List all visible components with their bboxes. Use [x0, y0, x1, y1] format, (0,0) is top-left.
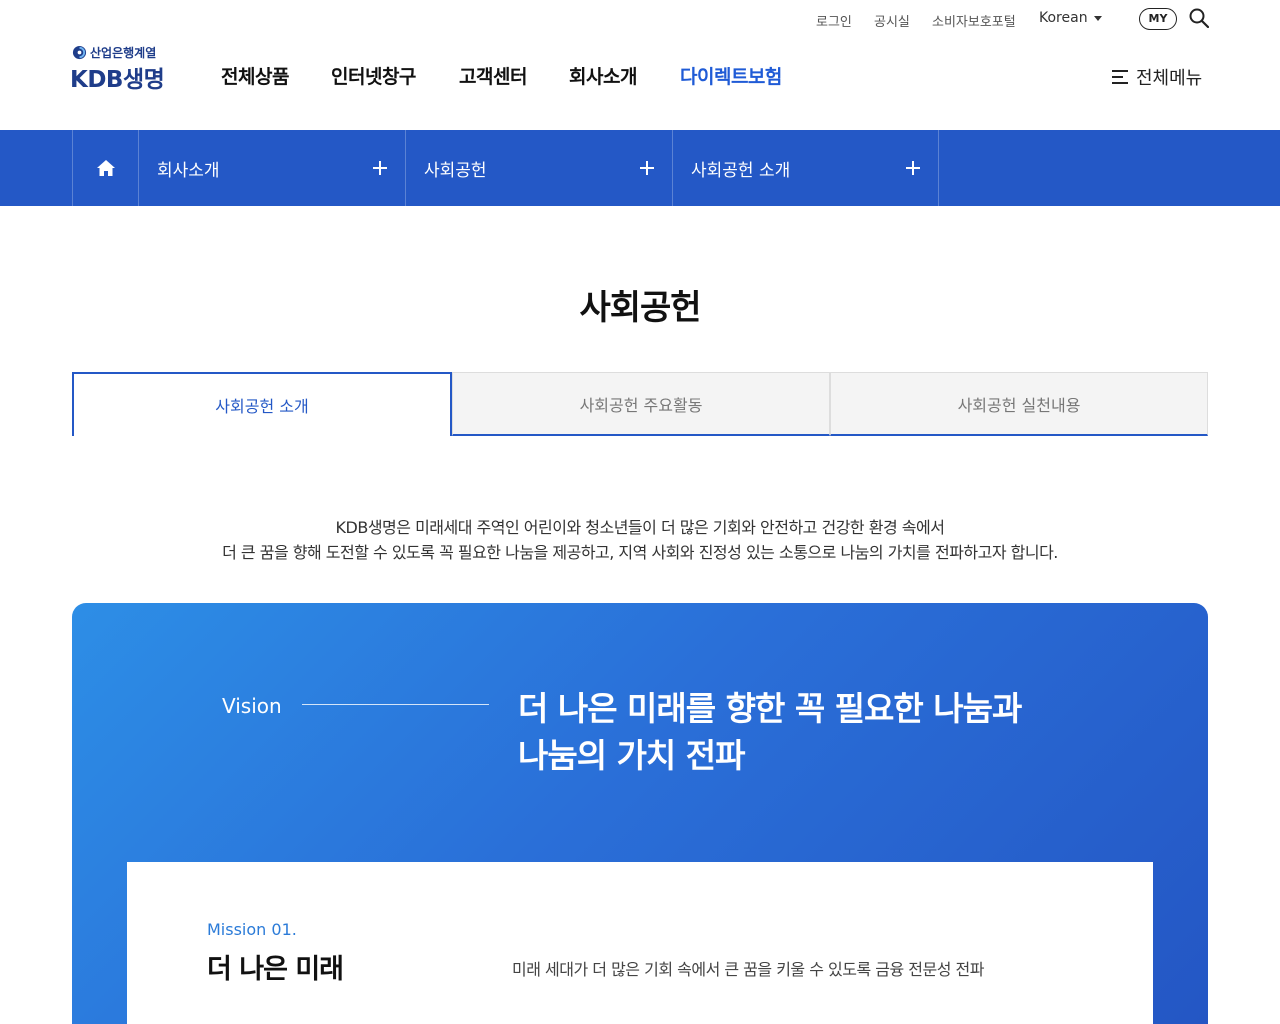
home-button[interactable] — [72, 130, 139, 206]
intro-line-2: 더 큰 꿈을 향해 도전할 수 있도록 꼭 필요한 나눔을 제공하고, 지역 사… — [222, 543, 1058, 562]
mission-title: 더 나은 미래 — [207, 954, 344, 985]
login-link[interactable]: 로그인 — [816, 11, 852, 30]
vision-divider — [302, 704, 489, 705]
vision-line-1: 더 나은 미래를 향한 꼭 필요한 나눔과 — [518, 689, 1022, 728]
notice-link[interactable]: 공시실 — [874, 11, 910, 30]
logo-mark-icon — [72, 45, 87, 60]
mission-card: Mission 01. 더 나은 미래 미래 세대가 더 많은 기회 속에서 큰… — [127, 862, 1153, 1024]
vision-statement: 더 나은 미래를 향한 꼭 필요한 나눔과 나눔의 가치 전파 — [518, 685, 1022, 779]
vision-label: Vision — [222, 694, 282, 718]
plus-icon — [373, 161, 387, 175]
kdb-logo[interactable]: 산업은행계열 KDB생명 — [70, 44, 180, 93]
vision-line-2: 나눔의 가치 전파 — [518, 736, 746, 775]
tab-practice[interactable]: 사회공헌 실천내용 — [830, 372, 1208, 436]
location-depth1-label: 회사소개 — [157, 160, 220, 181]
tab-main-activities[interactable]: 사회공헌 주요활동 — [452, 372, 830, 436]
intro-text: KDB생명은 미래세대 주역인 어린이와 청소년들이 더 많은 기회와 안전하고… — [0, 515, 1280, 565]
location-bar: 회사소개 사회공헌 사회공헌 소개 — [0, 130, 1280, 206]
gnb-direct-insurance[interactable]: 다이렉트보험 — [680, 62, 782, 89]
vision-section: Vision 더 나은 미래를 향한 꼭 필요한 나눔과 나눔의 가치 전파 M… — [72, 603, 1208, 1024]
hamburger-icon — [1112, 70, 1128, 84]
logo-title: KDB생명 — [70, 67, 165, 93]
location-depth3[interactable]: 사회공헌 소개 — [673, 130, 939, 206]
tab-intro[interactable]: 사회공헌 소개 — [72, 372, 452, 436]
plus-icon — [640, 161, 654, 175]
my-button[interactable]: MY — [1139, 8, 1177, 30]
page-title: 사회공헌 — [579, 288, 701, 328]
content-tabs: 사회공헌 소개 사회공헌 주요활동 사회공헌 실천내용 — [72, 372, 1208, 436]
location-depth1[interactable]: 회사소개 — [139, 130, 406, 206]
gnb-customer-center[interactable]: 고객센터 — [459, 62, 527, 89]
location-depth2-label: 사회공헌 — [424, 160, 487, 181]
location-depth3-label: 사회공헌 소개 — [691, 160, 791, 181]
logo-subtitle: 산업은행계열 — [90, 46, 157, 60]
mission-number: Mission 01. — [207, 920, 297, 939]
utility-bar: 로그인 공시실 소비자보호포털 Korean MY — [0, 0, 1280, 40]
caret-down-icon — [1093, 15, 1102, 21]
gnb-company-intro[interactable]: 회사소개 — [569, 62, 637, 89]
language-select[interactable]: Korean — [1039, 10, 1102, 26]
language-label: Korean — [1039, 10, 1088, 26]
mission-description: 미래 세대가 더 많은 기회 속에서 큰 꿈을 키울 수 있도록 금융 전문성 … — [512, 960, 985, 979]
home-icon — [96, 160, 115, 176]
search-icon[interactable] — [1189, 8, 1209, 28]
location-depth2[interactable]: 사회공헌 — [406, 130, 673, 206]
consumer-portal-link[interactable]: 소비자보호포털 — [932, 11, 1016, 30]
all-menu-button[interactable]: 전체메뉴 — [1112, 64, 1202, 90]
plus-icon — [906, 161, 920, 175]
intro-line-1: KDB생명은 미래세대 주역인 어린이와 청소년들이 더 많은 기회와 안전하고… — [335, 518, 945, 537]
all-menu-label: 전체메뉴 — [1136, 68, 1203, 89]
gnb-internet-window[interactable]: 인터넷창구 — [331, 62, 416, 89]
gnb-all-products[interactable]: 전체상품 — [221, 62, 289, 89]
